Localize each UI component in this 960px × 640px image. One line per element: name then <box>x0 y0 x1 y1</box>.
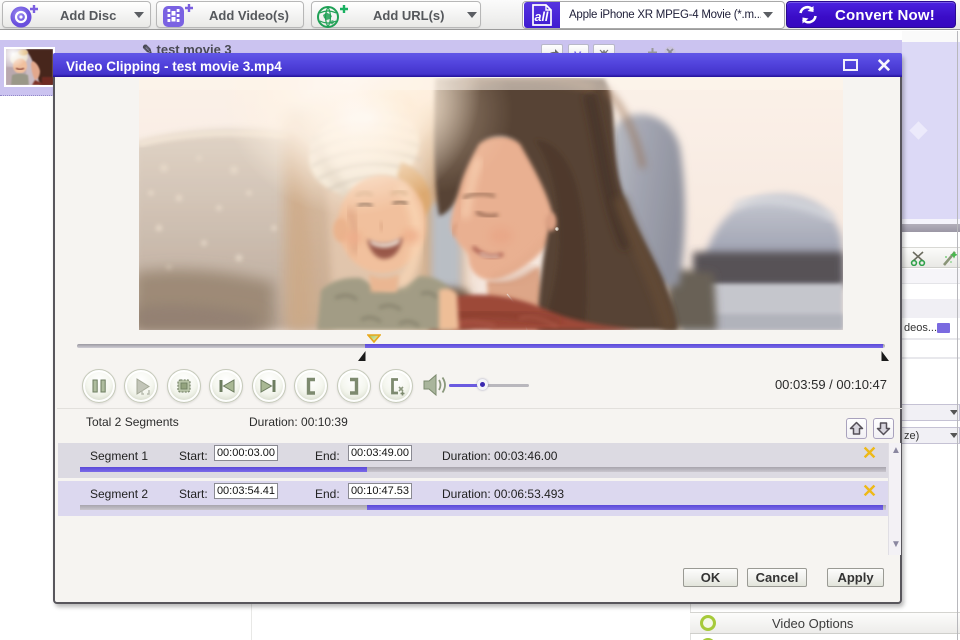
svg-text:all: all <box>535 10 549 24</box>
